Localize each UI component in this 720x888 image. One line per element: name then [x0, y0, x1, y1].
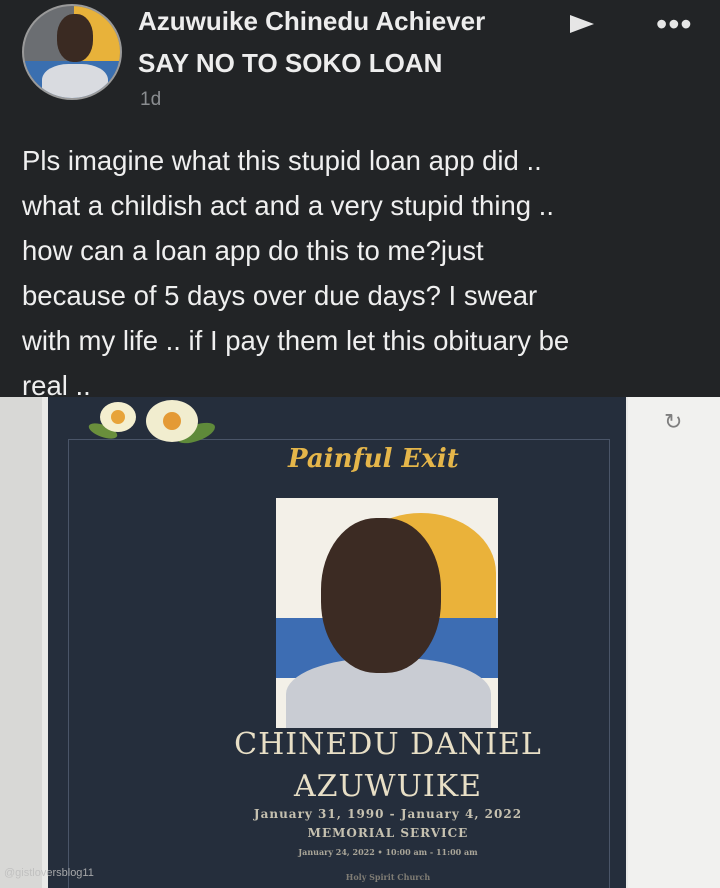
- deceased-name-last: AZUWUIKE: [293, 769, 483, 804]
- group-name[interactable]: SAY NO TO SOKO LOAN: [138, 48, 442, 79]
- deceased-portrait: [276, 498, 498, 728]
- post-text-line: with my life .. if I pay them let this o…: [22, 325, 570, 356]
- photo-left-margin: [0, 397, 42, 888]
- avatar-face: [57, 14, 93, 62]
- flower-center: [163, 412, 181, 430]
- obituary-card: Painful Exit CHINEDU DANIEL AZUWUIKE Jan…: [48, 397, 626, 888]
- post-body: Pls imagine what this stupid loan app di…: [22, 138, 712, 408]
- memorial-service-heading: MEMORIAL SERVICE: [307, 826, 469, 840]
- post-text-line: because of 5 days over due days? I swear: [22, 280, 538, 311]
- post-text-line: what a childish act and a very stupid th…: [22, 190, 554, 221]
- post-text-line: how can a loan app do this to me?just: [22, 235, 484, 266]
- right-triangle-icon: [570, 15, 594, 33]
- obituary-headline: Painful Exit: [288, 444, 459, 474]
- post-text-line: Pls imagine what this stupid loan app di…: [22, 145, 542, 176]
- service-venue: Holy Spirit Church: [345, 872, 431, 882]
- author-name[interactable]: Azuwuike Chinedu Achiever: [138, 6, 485, 37]
- refresh-icon: ↻: [664, 409, 683, 434]
- flower-center: [111, 410, 125, 424]
- deceased-name-first: CHINEDU DANIEL: [234, 727, 542, 762]
- watermark: @gistloversblog11: [4, 867, 94, 879]
- post-photo[interactable]: ↻ Painful Exit CHINEDU DANIEL AZUWUIKE J…: [0, 397, 720, 888]
- more-options-icon[interactable]: •••: [656, 8, 693, 40]
- life-dates: January 31, 1990 - January 4, 2022: [253, 807, 523, 821]
- author-avatar[interactable]: [22, 4, 122, 100]
- avatar-shirt: [42, 64, 108, 98]
- portrait-face: [321, 518, 441, 673]
- post-timestamp[interactable]: 1d: [140, 89, 161, 111]
- service-time: January 24, 2022 • 10:00 am - 11:00 am: [298, 847, 478, 857]
